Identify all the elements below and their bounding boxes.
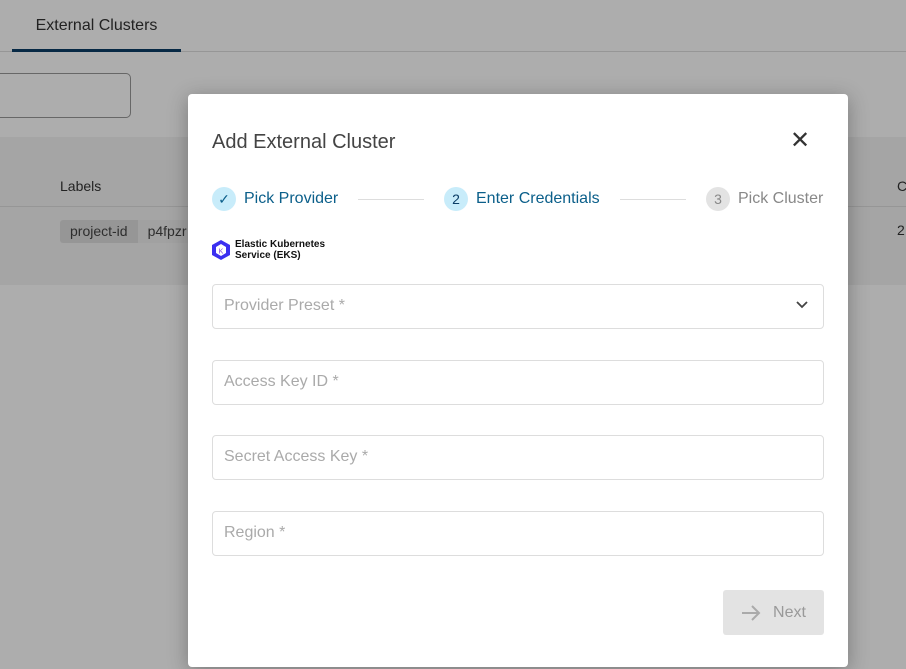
step-label: Enter Credentials [476, 190, 600, 207]
access-key-placeholder: Access Key ID * [224, 373, 339, 390]
region-placeholder: Region * [224, 524, 286, 541]
step-connector [358, 199, 424, 200]
provider-preset-placeholder: Provider Preset * [224, 297, 345, 314]
check-icon: ✓ [212, 187, 236, 211]
step-number: 2 [444, 187, 468, 211]
step-pick-cluster: 3 Pick Cluster [706, 187, 823, 211]
step-enter-credentials: 2 Enter Credentials [444, 187, 600, 211]
svg-text:K: K [219, 249, 224, 256]
step-connector [620, 199, 686, 200]
add-external-cluster-dialog: Add External Cluster ✕ ✓ Pick Provider 2… [188, 94, 848, 667]
step-label: Pick Provider [244, 190, 339, 207]
secret-key-placeholder: Secret Access Key * [224, 448, 369, 465]
step-number: 3 [706, 187, 730, 211]
eks-logo-icon: K [212, 240, 230, 260]
chevron-down-icon [796, 301, 808, 309]
step-pick-provider: ✓ Pick Provider [212, 187, 338, 211]
secret-access-key-input[interactable]: Secret Access Key * [212, 435, 824, 480]
provider-name: Elastic Kubernetes [235, 239, 326, 250]
access-key-id-input[interactable]: Access Key ID * [212, 360, 824, 405]
next-button[interactable]: Next [723, 590, 824, 635]
next-label: Next [773, 603, 806, 621]
provider-eks: K Elastic Kubernetes Service (EKS) [212, 239, 325, 261]
step-label: Pick Cluster [738, 190, 824, 207]
close-icon[interactable]: ✕ [790, 129, 810, 153]
dialog-title: Add External Cluster [212, 131, 396, 153]
arrow-right-icon [742, 604, 761, 621]
provider-preset-select[interactable]: Provider Preset * [212, 284, 824, 329]
provider-name-2: Service (EKS) [235, 250, 301, 261]
region-input[interactable]: Region * [212, 511, 824, 556]
